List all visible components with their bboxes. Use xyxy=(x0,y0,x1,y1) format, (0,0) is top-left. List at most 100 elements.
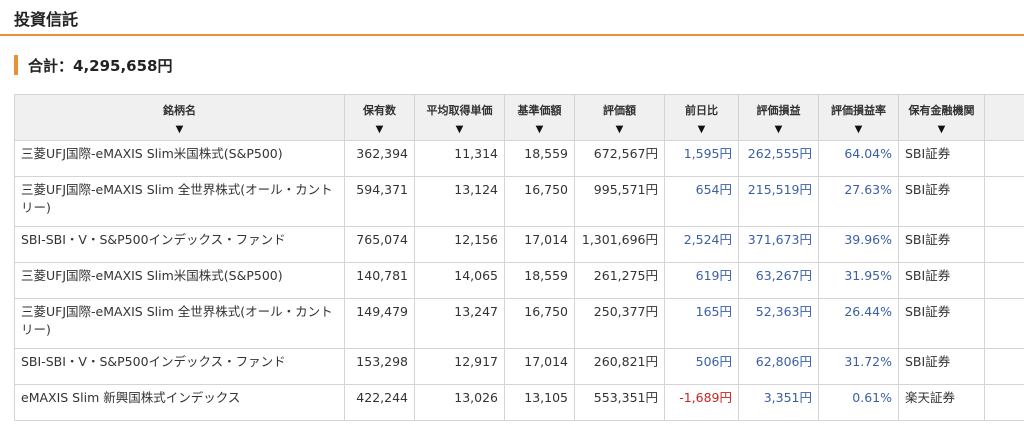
value-cell: 260,821円 xyxy=(574,348,665,385)
profit-loss-cell: 63,267円 xyxy=(738,262,819,299)
fund-name-cell: 三菱UFJ国際-eMAXIS Slim米国株式(S&P500) xyxy=(14,262,345,299)
table-row: eMAXIS Slim 新興国株式インデックス 422,244 13,026 1… xyxy=(14,384,1024,421)
holdings-cell: 422,244 xyxy=(344,384,415,421)
day-change-cell: 1,595円 xyxy=(664,140,739,177)
profit-loss-rate-cell: 26.44% xyxy=(818,298,899,349)
avg-cost-cell: 12,156 xyxy=(414,226,505,263)
sort-down-icon[interactable]: ▼ xyxy=(17,124,342,136)
avg-cost-cell: 13,026 xyxy=(414,384,505,421)
profit-loss-rate-cell: 39.96% xyxy=(818,226,899,263)
profit-loss-rate-cell: 0.61% xyxy=(818,384,899,421)
base-price-cell: 17,014 xyxy=(504,226,575,263)
day-change-cell: 165円 xyxy=(664,298,739,349)
profit-loss-cell: 215,519円 xyxy=(738,176,819,227)
base-price-cell: 17,014 xyxy=(504,348,575,385)
sort-down-icon[interactable]: ▼ xyxy=(741,124,816,136)
fund-name-cell: 三菱UFJ国際-eMAXIS Slim 全世界株式(オール・カントリー) xyxy=(14,176,345,227)
extra-cell xyxy=(984,384,1024,421)
header-extra xyxy=(984,94,1024,141)
profit-loss-cell: 3,351円 xyxy=(738,384,819,421)
institution-cell: SBI証券 xyxy=(898,262,985,299)
sort-down-icon[interactable]: ▼ xyxy=(577,124,662,136)
table-header-row: 銘柄名 ▼ 保有数 ▼ 平均取得単価 ▼ 基準価額 ▼ 評価額 ▼ 前日比 ▼ 評価損益 ▼ … xyxy=(14,94,1024,141)
profit-loss-cell: 262,555円 xyxy=(738,140,819,177)
sort-down-icon[interactable]: ▼ xyxy=(667,124,736,136)
fund-name-cell: 三菱UFJ国際-eMAXIS Slim米国株式(S&P500) xyxy=(14,140,345,177)
day-change-cell: 619円 xyxy=(664,262,739,299)
table-row: 三菱UFJ国際-eMAXIS Slim 全世界株式(オール・カントリー) 149… xyxy=(14,298,1024,349)
header-institution[interactable]: 保有金融機関 ▼ xyxy=(898,94,985,141)
holdings-cell: 149,479 xyxy=(344,298,415,349)
fund-name-cell: 三菱UFJ国際-eMAXIS Slim 全世界株式(オール・カントリー) xyxy=(14,298,345,349)
holdings-cell: 765,074 xyxy=(344,226,415,263)
day-change-cell: 506円 xyxy=(664,348,739,385)
fund-name-cell: SBI-SBI・V・S&P500インデックス・ファンド xyxy=(14,348,345,385)
header-holdings[interactable]: 保有数 ▼ xyxy=(344,94,415,141)
day-change-cell: -1,689円 xyxy=(664,384,739,421)
section-title: 投資信託 xyxy=(14,10,79,29)
fund-name-cell: eMAXIS Slim 新興国株式インデックス xyxy=(14,384,345,421)
value-cell: 261,275円 xyxy=(574,262,665,299)
holdings-cell: 153,298 xyxy=(344,348,415,385)
total-text: 合計：4,295,658円 xyxy=(28,55,172,76)
extra-cell xyxy=(984,140,1024,177)
profit-loss-cell: 371,673円 xyxy=(738,226,819,263)
header-avg-cost[interactable]: 平均取得単価 ▼ xyxy=(414,94,505,141)
table-row: 三菱UFJ国際-eMAXIS Slim米国株式(S&P500) 140,781 … xyxy=(14,262,1024,299)
extra-cell xyxy=(984,226,1024,263)
avg-cost-cell: 13,124 xyxy=(414,176,505,227)
base-price-cell: 18,559 xyxy=(504,140,575,177)
institution-cell: 楽天証券 xyxy=(898,384,985,421)
extra-cell xyxy=(984,262,1024,299)
value-cell: 672,567円 xyxy=(574,140,665,177)
value-cell: 1,301,696円 xyxy=(574,226,665,263)
profit-loss-cell: 52,363円 xyxy=(738,298,819,349)
table-row: 三菱UFJ国際-eMAXIS Slim 全世界株式(オール・カントリー) 594… xyxy=(14,176,1024,227)
base-price-cell: 18,559 xyxy=(504,262,575,299)
holdings-cell: 140,781 xyxy=(344,262,415,299)
header-day-change[interactable]: 前日比 ▼ xyxy=(664,94,739,141)
table-row: 三菱UFJ国際-eMAXIS Slim米国株式(S&P500) 362,394 … xyxy=(14,140,1024,177)
header-base-price[interactable]: 基準価額 ▼ xyxy=(504,94,575,141)
extra-cell xyxy=(984,176,1024,227)
day-change-cell: 2,524円 xyxy=(664,226,739,263)
institution-cell: SBI証券 xyxy=(898,176,985,227)
sort-down-icon[interactable]: ▼ xyxy=(901,124,982,136)
institution-cell: SBI証券 xyxy=(898,348,985,385)
portfolio-page: 投資信託 合計：4,295,658円 銘柄名 ▼ 保有数 ▼ 平均取得単価 ▼ 基準価… xyxy=(0,0,1024,433)
profit-loss-rate-cell: 64.04% xyxy=(818,140,899,177)
total-value: 4,295,658円 xyxy=(73,56,173,75)
avg-cost-cell: 13,247 xyxy=(414,298,505,349)
header-fund-name[interactable]: 銘柄名 ▼ xyxy=(14,94,345,141)
header-profit-loss-rate[interactable]: 評価損益率 ▼ xyxy=(818,94,899,141)
value-cell: 250,377円 xyxy=(574,298,665,349)
institution-cell: SBI証券 xyxy=(898,298,985,349)
fund-name-cell: SBI-SBI・V・S&P500インデックス・ファンド xyxy=(14,226,345,263)
profit-loss-rate-cell: 27.63% xyxy=(818,176,899,227)
institution-cell: SBI証券 xyxy=(898,140,985,177)
profit-loss-cell: 62,806円 xyxy=(738,348,819,385)
extra-cell xyxy=(984,348,1024,385)
sort-down-icon[interactable]: ▼ xyxy=(821,124,896,136)
base-price-cell: 13,105 xyxy=(504,384,575,421)
profit-loss-rate-cell: 31.95% xyxy=(818,262,899,299)
institution-cell: SBI証券 xyxy=(898,226,985,263)
holdings-cell: 362,394 xyxy=(344,140,415,177)
sort-down-icon[interactable]: ▼ xyxy=(347,124,412,136)
profit-loss-rate-cell: 31.72% xyxy=(818,348,899,385)
holdings-cell: 594,371 xyxy=(344,176,415,227)
avg-cost-cell: 14,065 xyxy=(414,262,505,299)
sort-down-icon[interactable]: ▼ xyxy=(507,124,572,136)
header-profit-loss[interactable]: 評価損益 ▼ xyxy=(738,94,819,141)
sort-down-icon[interactable]: ▼ xyxy=(417,124,502,136)
section-header: 投資信託 xyxy=(0,0,1024,36)
header-value[interactable]: 評価額 ▼ xyxy=(574,94,665,141)
value-cell: 995,571円 xyxy=(574,176,665,227)
avg-cost-cell: 11,314 xyxy=(414,140,505,177)
table-row: SBI-SBI・V・S&P500インデックス・ファンド 765,074 12,1… xyxy=(14,226,1024,263)
value-cell: 553,351円 xyxy=(574,384,665,421)
fund-table: 銘柄名 ▼ 保有数 ▼ 平均取得単価 ▼ 基準価額 ▼ 評価額 ▼ 前日比 ▼ 評価損益 ▼ … xyxy=(14,94,1024,421)
extra-cell xyxy=(984,298,1024,349)
avg-cost-cell: 12,917 xyxy=(414,348,505,385)
total-label: 合計： xyxy=(28,56,74,75)
